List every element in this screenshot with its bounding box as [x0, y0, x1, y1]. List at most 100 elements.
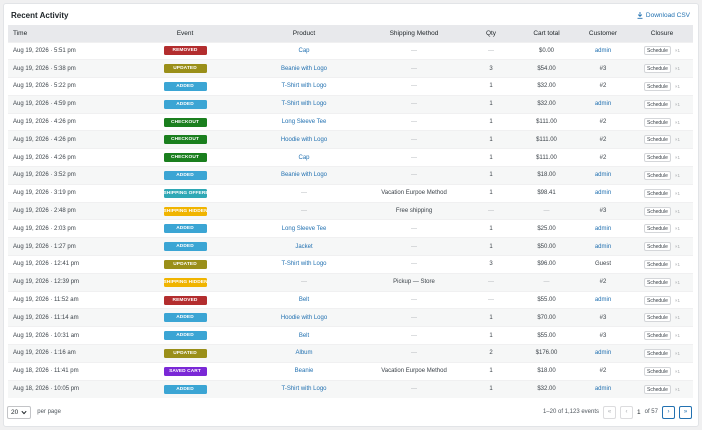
close-count[interactable]: ×1	[675, 120, 680, 125]
column-header-qty[interactable]: Qty	[464, 25, 518, 42]
customer-link[interactable]: admin	[595, 190, 611, 196]
schedule-button[interactable]: Schedule	[644, 99, 671, 109]
closure-cell: Schedule ×1	[631, 41, 693, 60]
customer-cell: admin	[575, 183, 631, 203]
schedule-button[interactable]: Schedule	[644, 135, 671, 145]
customer-link[interactable]: admin	[595, 350, 611, 356]
customer-cell: admin	[575, 94, 631, 114]
close-count[interactable]: ×1	[675, 84, 680, 89]
close-count[interactable]: ×1	[675, 66, 680, 71]
schedule-button[interactable]: Schedule	[644, 117, 671, 127]
current-page[interactable]: 1	[637, 409, 641, 416]
schedule-button[interactable]: Schedule	[644, 277, 671, 287]
close-count[interactable]: ×1	[675, 298, 680, 303]
schedule-button[interactable]: Schedule	[644, 224, 671, 234]
close-count[interactable]: ×1	[675, 209, 680, 214]
column-header-event[interactable]: Event	[126, 25, 244, 42]
schedule-button[interactable]: Schedule	[644, 348, 671, 358]
close-count[interactable]: ×1	[675, 226, 680, 231]
product-link[interactable]: Long Sleeve Tee	[282, 226, 327, 232]
product-link[interactable]: T-Shirt with Logo	[281, 386, 326, 392]
customer-link[interactable]: admin	[595, 101, 611, 107]
close-count[interactable]: ×1	[675, 48, 680, 53]
per-page-select[interactable]: 20	[7, 405, 32, 419]
schedule-button[interactable]: Schedule	[644, 170, 671, 180]
table-row: Aug 19, 2026 · 4:26 pm CHECKOUT Cap —1 $111.…	[8, 148, 693, 167]
download-csv-link[interactable]: Download CSV	[637, 12, 690, 19]
customer-link[interactable]: admin	[595, 386, 611, 392]
table-row: Aug 19, 2026 · 12:41 pm UPDATED T-Shirt wi…	[8, 255, 693, 274]
product-link[interactable]: Cap	[298, 48, 309, 54]
event-cell: ADDED	[126, 308, 244, 327]
schedule-button[interactable]: Schedule	[644, 206, 671, 216]
cart-total-cell: $32.00	[518, 379, 575, 398]
next-page-button[interactable]: ›	[662, 405, 675, 419]
close-count[interactable]: ×1	[675, 387, 680, 392]
first-page-button[interactable]: «	[603, 405, 617, 419]
qty-cell: 2	[464, 344, 518, 363]
close-count[interactable]: ×1	[675, 280, 680, 285]
schedule-button[interactable]: Schedule	[644, 366, 671, 376]
product-link[interactable]: Beanie	[295, 368, 314, 374]
schedule-button[interactable]: Schedule	[644, 81, 671, 91]
close-count[interactable]: ×1	[675, 315, 680, 320]
prev-page-button[interactable]: ‹	[620, 405, 634, 419]
product-link[interactable]: T-Shirt with Logo	[281, 83, 326, 89]
schedule-button[interactable]: Schedule	[644, 153, 671, 163]
product-link[interactable]: Beanie with Logo	[281, 172, 327, 178]
product-link[interactable]: Beanie with Logo	[281, 66, 327, 72]
event-cell: ADDED	[126, 77, 244, 96]
schedule-button[interactable]: Schedule	[644, 313, 671, 323]
close-count[interactable]: ×1	[675, 351, 680, 356]
column-header-shipping-method[interactable]: Shipping Method	[364, 25, 464, 42]
customer-link[interactable]: admin	[595, 244, 611, 250]
product-link[interactable]: Hoodie with Logo	[281, 315, 327, 321]
closure-cell: Schedule ×1	[631, 290, 693, 309]
schedule-button[interactable]: Schedule	[644, 64, 671, 74]
event-cell: ADDED	[126, 94, 244, 114]
close-count[interactable]: ×1	[675, 369, 680, 374]
product-link[interactable]: Belt	[299, 297, 309, 303]
customer-link[interactable]: admin	[595, 48, 611, 54]
close-count[interactable]: ×1	[675, 333, 680, 338]
customer-link[interactable]: admin	[595, 226, 611, 232]
customer-link: #2	[599, 368, 607, 375]
customer-cell: admin	[575, 290, 631, 309]
column-header-cart-total[interactable]: Cart total	[518, 25, 575, 42]
product-link[interactable]: T-Shirt with Logo	[281, 261, 326, 267]
product-cell: Beanie with Logo	[244, 166, 364, 185]
close-count[interactable]: ×1	[675, 191, 680, 196]
close-count[interactable]: ×1	[675, 102, 680, 107]
product-link[interactable]: T-Shirt with Logo	[281, 101, 326, 107]
schedule-button[interactable]: Schedule	[644, 295, 671, 305]
schedule-button[interactable]: Schedule	[644, 188, 671, 198]
column-header-closure[interactable]: Closure	[631, 25, 693, 42]
schedule-button[interactable]: Schedule	[644, 331, 671, 341]
last-page-button[interactable]: »	[679, 405, 692, 419]
product-link[interactable]: Album	[295, 350, 312, 356]
schedule-button[interactable]: Schedule	[644, 384, 671, 394]
schedule-button[interactable]: Schedule	[644, 259, 671, 269]
close-count[interactable]: ×1	[675, 155, 680, 160]
closure-cell: Schedule ×1	[631, 326, 693, 345]
close-count[interactable]: ×1	[675, 262, 680, 267]
product-link[interactable]: Hoodie with Logo	[281, 137, 327, 143]
close-count[interactable]: ×1	[675, 173, 680, 178]
close-count[interactable]: ×1	[675, 244, 680, 249]
customer-link[interactable]: admin	[595, 297, 611, 303]
column-header-customer[interactable]: Customer	[575, 25, 631, 42]
product-link[interactable]: Cap	[298, 155, 309, 161]
schedule-button[interactable]: Schedule	[644, 46, 671, 56]
customer-link[interactable]: admin	[595, 172, 611, 178]
product-link: —	[301, 190, 307, 197]
product-cell: Belt	[244, 290, 364, 309]
product-link[interactable]: Long Sleeve Tee	[282, 119, 327, 125]
table-header-row: Time Event Product Shipping Method Qty C…	[8, 25, 693, 42]
column-header-product[interactable]: Product	[244, 25, 364, 42]
schedule-button[interactable]: Schedule	[644, 242, 671, 252]
product-link[interactable]: Belt	[299, 333, 309, 339]
product-link[interactable]: Jacket	[295, 244, 312, 250]
close-count[interactable]: ×1	[675, 137, 680, 142]
customer-cell: #3	[575, 59, 631, 78]
column-header-time[interactable]: Time	[8, 25, 126, 42]
